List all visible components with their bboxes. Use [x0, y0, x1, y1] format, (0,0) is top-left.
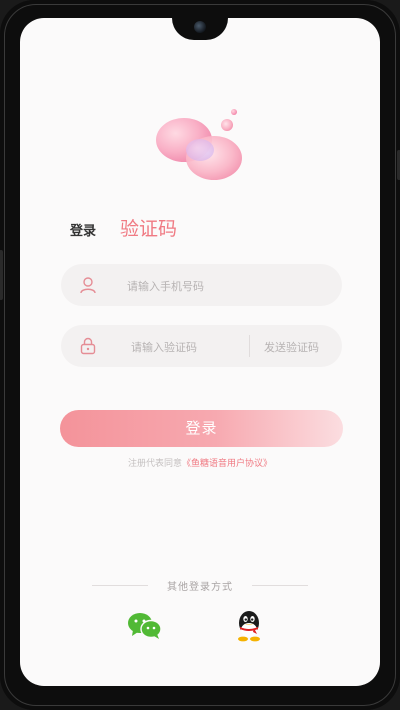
- phone-input[interactable]: 请输入手机号码: [61, 264, 342, 306]
- divider-line-right: [252, 585, 308, 586]
- phone-frame: 登录 验证码 请输入手机号码 请输入验证码 发送验证码 登录 注册代表同意《鱼糖…: [0, 0, 400, 710]
- code-input[interactable]: 请输入验证码 发送验证码: [61, 325, 342, 367]
- app-screen: 登录 验证码 请输入手机号码 请输入验证码 发送验证码 登录 注册代表同意《鱼糖…: [20, 18, 380, 686]
- phone-volume-button: [0, 250, 3, 300]
- phone-placeholder: 请输入手机号码: [127, 280, 204, 293]
- agreement-prefix: 注册代表同意: [127, 459, 182, 469]
- tab-login[interactable]: 登录: [70, 220, 96, 239]
- qq-icon[interactable]: [234, 610, 264, 642]
- login-button[interactable]: 登录: [60, 410, 343, 447]
- lock-icon: [80, 337, 96, 355]
- tab-verification-code[interactable]: 验证码: [120, 214, 177, 241]
- bubbles-logo: [156, 109, 242, 180]
- field-divider: [249, 335, 250, 357]
- front-camera: [194, 21, 206, 33]
- send-code-button[interactable]: 发送验证码: [264, 339, 319, 355]
- person-icon: [80, 277, 96, 294]
- agreement-text: 注册代表同意《鱼糖语音用户协议》: [20, 456, 380, 469]
- wechat-icon[interactable]: [127, 612, 163, 640]
- other-login-divider: 其他登录方式: [92, 578, 308, 593]
- agreement-link[interactable]: 《鱼糖语音用户协议》: [182, 459, 272, 469]
- code-placeholder: 请输入验证码: [131, 341, 197, 354]
- camera-notch: [172, 18, 228, 40]
